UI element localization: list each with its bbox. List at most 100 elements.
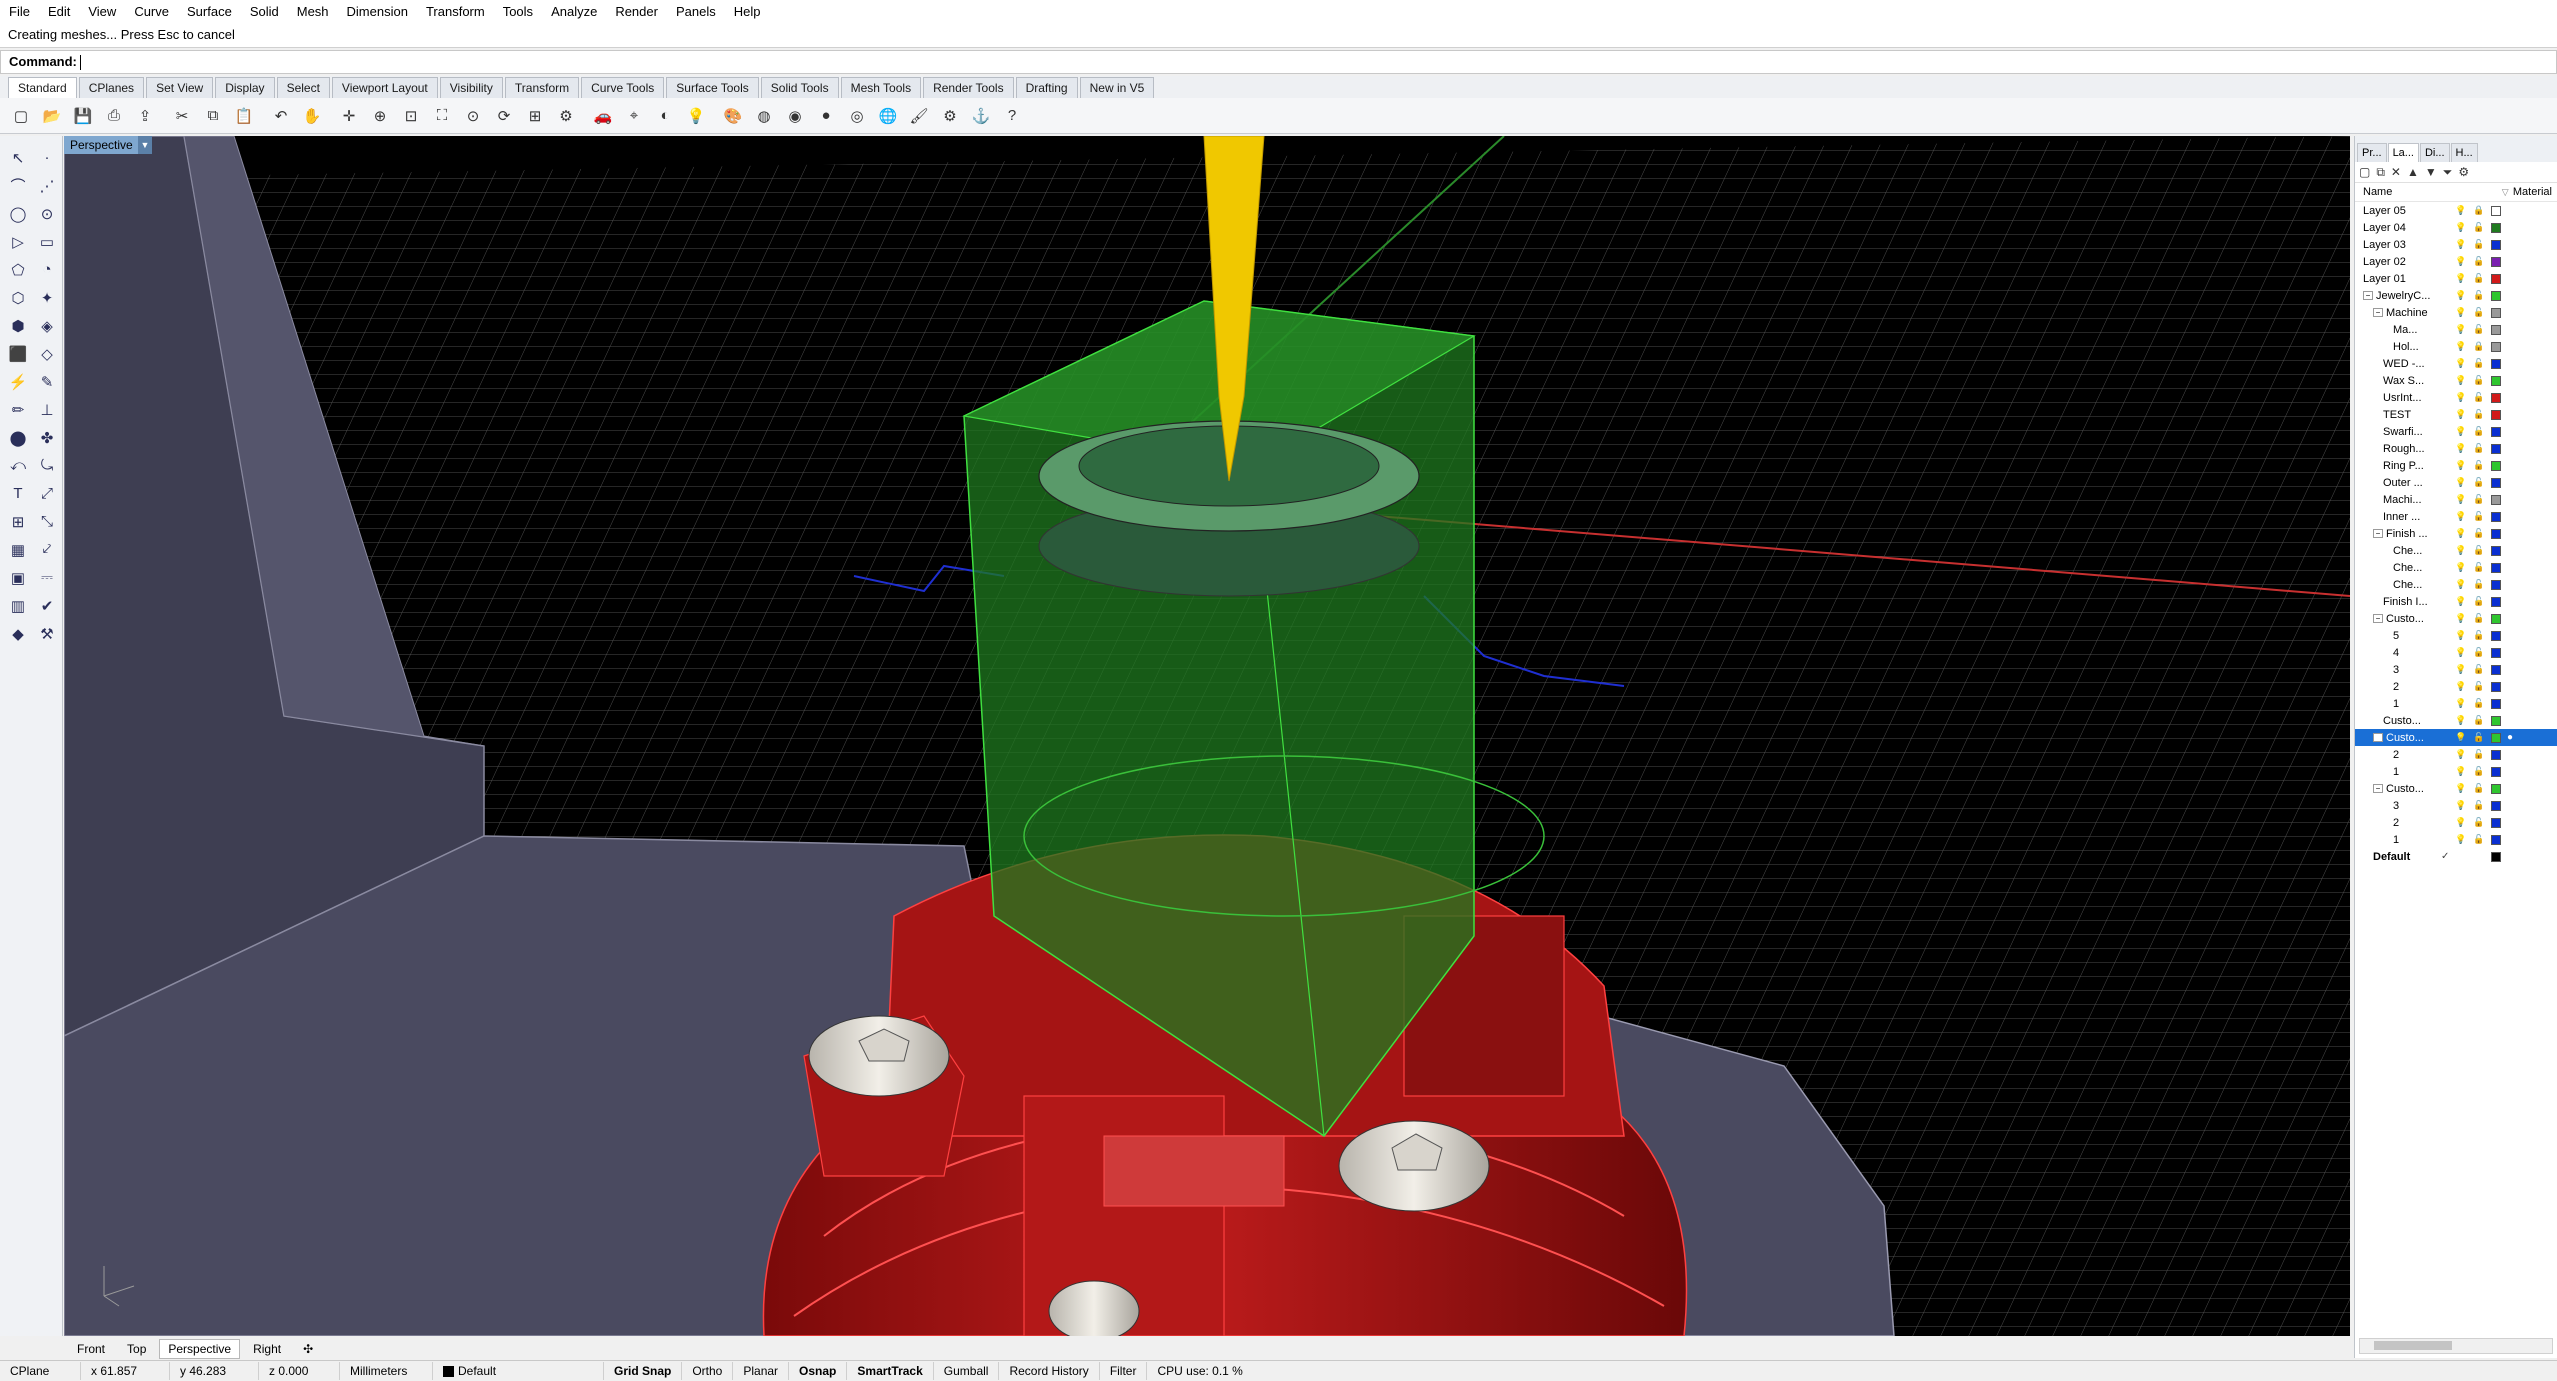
- lock-icon[interactable]: 🔓: [2473, 579, 2484, 590]
- visibility-bulb-icon[interactable]: 💡: [2455, 800, 2466, 811]
- layer-row[interactable]: Ring P... 💡 🔓: [2355, 457, 2557, 474]
- paste-icon[interactable]: 📋: [231, 103, 257, 129]
- left-tool-icon[interactable]: ◆: [4, 620, 32, 647]
- left-tool-icon[interactable]: ⤡: [33, 508, 61, 535]
- layer-row[interactable]: UsrInt... 💡 🔓: [2355, 389, 2557, 406]
- expand-icon[interactable]: −: [2373, 308, 2383, 317]
- move-icon[interactable]: ✛: [336, 103, 362, 129]
- perspective-viewport[interactable]: [64, 136, 2350, 1336]
- layer-color-swatch[interactable]: [2491, 851, 2501, 862]
- layer-row[interactable]: 2 💡 🔓: [2355, 678, 2557, 695]
- layer-color-swatch[interactable]: [2491, 579, 2501, 590]
- lock-icon[interactable]: 🔒: [2473, 205, 2484, 216]
- viewport-tab-front[interactable]: Front: [68, 1339, 114, 1359]
- layer-row[interactable]: Finish I... 💡 🔓: [2355, 593, 2557, 610]
- visibility-bulb-icon[interactable]: 💡: [2455, 205, 2466, 216]
- layer-color-swatch[interactable]: [2491, 817, 2501, 828]
- open-icon[interactable]: 📂: [39, 103, 65, 129]
- layer-row[interactable]: − Custo... 💡 🔓 ●: [2355, 729, 2557, 746]
- layer-color-swatch[interactable]: [2491, 834, 2501, 845]
- lock-icon[interactable]: 🔓: [2473, 596, 2484, 607]
- layer-color-swatch[interactable]: [2491, 341, 2501, 352]
- save-icon[interactable]: 💾: [70, 103, 96, 129]
- visibility-bulb-icon[interactable]: 💡: [2455, 409, 2466, 420]
- layer-row[interactable]: Layer 04 💡 🔓: [2355, 219, 2557, 236]
- lock-icon[interactable]: 🔓: [2473, 630, 2484, 641]
- left-tool-icon[interactable]: ⤦: [33, 536, 61, 563]
- lock-icon[interactable]: 🔓: [2473, 239, 2484, 250]
- layer-color-swatch[interactable]: [2491, 528, 2501, 539]
- new-sublayer-icon[interactable]: ⧉: [2376, 165, 2385, 180]
- left-tool-icon[interactable]: T: [4, 480, 32, 507]
- layer-row[interactable]: − Custo... 💡 🔓: [2355, 610, 2557, 627]
- render-icon[interactable]: 🎨: [720, 103, 746, 129]
- lock-icon[interactable]: 🔓: [2473, 800, 2484, 811]
- menu-solid[interactable]: Solid: [241, 0, 288, 24]
- left-tool-icon[interactable]: ⤢: [33, 480, 61, 507]
- sphere-icon[interactable]: ●: [813, 103, 839, 129]
- left-tool-icon[interactable]: ✏: [4, 396, 32, 423]
- left-tool-icon[interactable]: ✔: [33, 592, 61, 619]
- visibility-bulb-icon[interactable]: 💡: [2455, 681, 2466, 692]
- menu-curve[interactable]: Curve: [125, 0, 178, 24]
- visibility-bulb-icon[interactable]: 💡: [2455, 579, 2466, 590]
- undo-icon[interactable]: ↶: [268, 103, 294, 129]
- options-icon[interactable]: ⚙: [553, 103, 579, 129]
- tab-viewport-layout[interactable]: Viewport Layout: [331, 77, 438, 98]
- lock-icon[interactable]: 🔓: [2473, 511, 2484, 522]
- layer-row[interactable]: − Custo... 💡 🔓: [2355, 780, 2557, 797]
- visibility-bulb-icon[interactable]: 💡: [2455, 834, 2466, 845]
- filter-button[interactable]: Filter: [1100, 1362, 1148, 1380]
- ortho-toggle[interactable]: Ortho: [682, 1362, 734, 1380]
- layer-row[interactable]: 3 💡 🔓: [2355, 797, 2557, 814]
- left-tool-icon[interactable]: ⬢: [4, 312, 32, 339]
- visibility-bulb-icon[interactable]: 💡: [2455, 545, 2466, 556]
- lock-icon[interactable]: 🔓: [2473, 460, 2484, 471]
- left-tool-icon[interactable]: ⎓: [33, 564, 61, 591]
- layer-color-swatch[interactable]: [2491, 222, 2501, 233]
- menu-edit[interactable]: Edit: [39, 0, 79, 24]
- tab-transform[interactable]: Transform: [504, 77, 580, 98]
- menu-dimension[interactable]: Dimension: [338, 0, 417, 24]
- expand-icon[interactable]: −: [2373, 733, 2383, 742]
- lock-icon[interactable]: 🔓: [2473, 817, 2484, 828]
- left-tool-icon[interactable]: ⊥: [33, 396, 61, 423]
- lock-icon[interactable]: 🔓: [2473, 664, 2484, 675]
- left-tool-icon[interactable]: ✎: [33, 368, 61, 395]
- viewport-tab-top[interactable]: Top: [118, 1339, 155, 1359]
- lock-icon[interactable]: 🔓: [2473, 358, 2484, 369]
- lock-icon[interactable]: 🔓: [2473, 562, 2484, 573]
- layer-color-swatch[interactable]: [2491, 664, 2501, 675]
- lock-icon[interactable]: 🔓: [2473, 222, 2484, 233]
- left-tool-icon[interactable]: ↖: [4, 144, 32, 171]
- lock-icon[interactable]: 🔓: [2473, 392, 2484, 403]
- layer-color-swatch[interactable]: [2491, 800, 2501, 811]
- new-icon[interactable]: ▢: [8, 103, 34, 129]
- layer-row[interactable]: 1 💡 🔓: [2355, 695, 2557, 712]
- rotate-view-icon[interactable]: ⟳: [491, 103, 517, 129]
- lock-icon[interactable]: 🔓: [2473, 545, 2484, 556]
- column-material[interactable]: Material: [2513, 186, 2557, 198]
- visibility-bulb-icon[interactable]: 💡: [2455, 324, 2466, 335]
- lock-icon[interactable]: 🔓: [2473, 783, 2484, 794]
- menu-help[interactable]: Help: [725, 0, 770, 24]
- layer-row[interactable]: Inner ... 💡 🔓: [2355, 508, 2557, 525]
- visibility-bulb-icon[interactable]: 💡: [2455, 358, 2466, 369]
- column-name[interactable]: Name: [2355, 186, 2502, 198]
- layer-color-swatch[interactable]: [2491, 562, 2501, 573]
- lock-icon[interactable]: 🔒: [2473, 341, 2484, 352]
- pan-icon[interactable]: ✋: [299, 103, 325, 129]
- visibility-bulb-icon[interactable]: 💡: [2455, 698, 2466, 709]
- osnap-toggle[interactable]: Osnap: [789, 1362, 848, 1380]
- layer-row[interactable]: − Machine 💡 🔓: [2355, 304, 2557, 321]
- lock-icon[interactable]: 🔓: [2473, 681, 2484, 692]
- layer-color-swatch[interactable]: [2491, 307, 2501, 318]
- visibility-bulb-icon[interactable]: 💡: [2455, 732, 2466, 743]
- tab-standard[interactable]: Standard: [8, 77, 77, 98]
- lock-icon[interactable]: 🔓: [2473, 443, 2484, 454]
- cplane-label[interactable]: CPlane: [0, 1362, 81, 1380]
- left-tool-icon[interactable]: ⬛: [4, 340, 32, 367]
- layer-row[interactable]: Custo... 💡 🔓: [2355, 712, 2557, 729]
- tab-visibility[interactable]: Visibility: [439, 77, 503, 98]
- visibility-bulb-icon[interactable]: 💡: [2455, 630, 2466, 641]
